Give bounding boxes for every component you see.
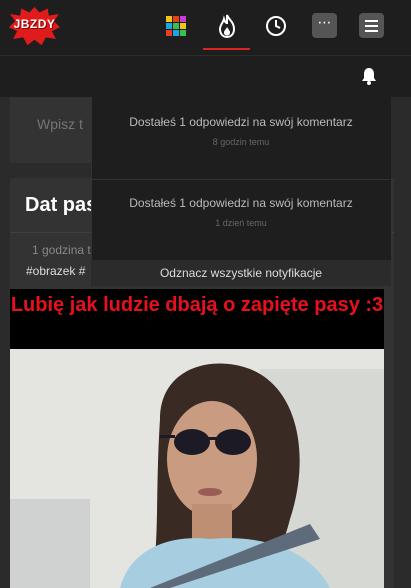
- fire-icon[interactable]: [215, 14, 239, 38]
- top-navbar: [0, 0, 411, 55]
- menu-button[interactable]: [359, 13, 384, 38]
- notification-time: 1 dzień temu: [215, 218, 267, 228]
- logo-text: JBZDY: [13, 17, 56, 31]
- photo: [10, 349, 384, 588]
- notification-item[interactable]: Dostałeś 1 odpowiedzi na swój komentarz …: [92, 194, 390, 228]
- notification-text: Dostałeś 1 odpowiedzi na swój komentarz: [129, 115, 353, 129]
- notification-item[interactable]: Dostałeś 1 odpowiedzi na swój komentarz …: [92, 113, 390, 147]
- active-tab-indicator: [203, 48, 250, 50]
- post-image[interactable]: Lubię jak ludzie dbają o zapięte pasy :3: [10, 289, 384, 588]
- menu-icon-bar: [365, 29, 378, 32]
- menu-icon-bar: [365, 24, 378, 27]
- clock-icon[interactable]: [264, 14, 288, 38]
- grid-icon[interactable]: [166, 16, 186, 36]
- bell-icon[interactable]: [359, 66, 379, 86]
- photo-illustration: [10, 349, 384, 588]
- notification-text: Dostałeś 1 odpowiedzi na swój komentarz: [129, 196, 353, 210]
- notification-time: 8 godzin temu: [212, 137, 270, 147]
- divider: [92, 179, 390, 180]
- mark-all-read-button[interactable]: Odznacz wszystkie notyfikacje: [91, 260, 391, 286]
- notifications-dropdown: Dostałeś 1 odpowiedzi na swój komentarz …: [91, 97, 391, 285]
- notification-bar: [0, 55, 411, 97]
- image-caption: Lubię jak ludzie dbają o zapięte pasy :3: [10, 289, 384, 349]
- more-button[interactable]: ⋯: [312, 13, 337, 38]
- menu-icon-bar: [365, 19, 378, 22]
- post-tags[interactable]: #obrazek #: [26, 264, 96, 278]
- site-logo[interactable]: JBZDY: [9, 7, 60, 46]
